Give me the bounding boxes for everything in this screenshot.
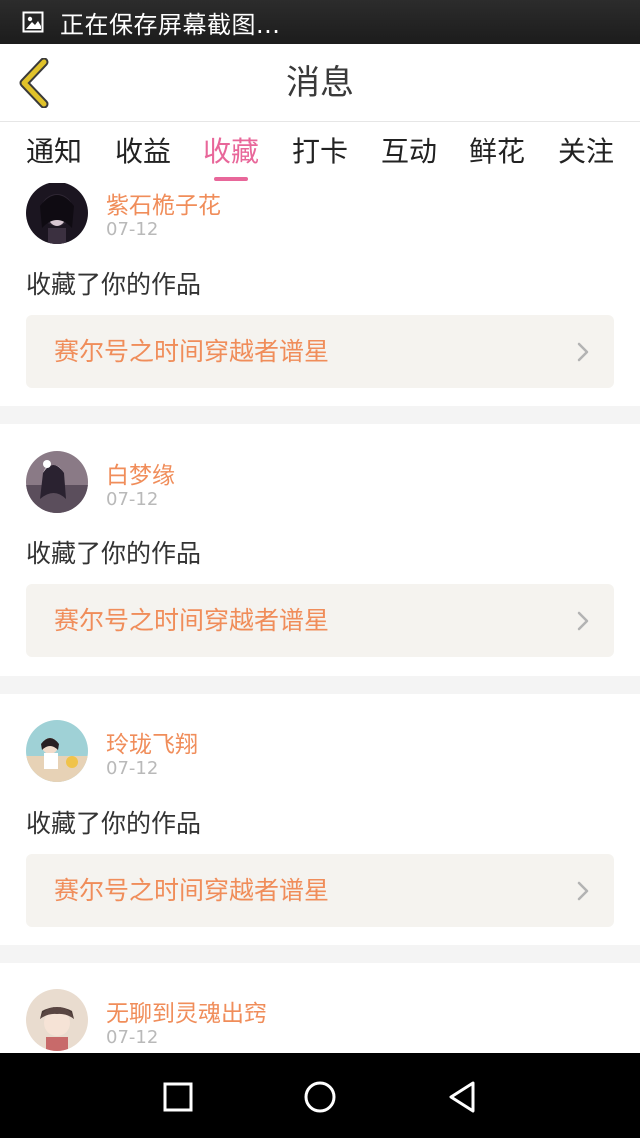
active-tab-indicator [214, 177, 248, 181]
chevron-right-icon [577, 881, 589, 901]
page-title: 消息 [286, 63, 354, 103]
username[interactable]: 白梦缘 [106, 456, 175, 490]
username[interactable]: 玲珑飞翔 [106, 725, 198, 759]
tab-follows[interactable]: 关注 [558, 123, 614, 183]
action-text: 收藏了你的作品 [26, 539, 202, 568]
username[interactable]: 无聊到灵魂出窍 [106, 994, 267, 1028]
chevron-right-icon [577, 611, 589, 631]
list-item: 紫石桅子花 07-12 收藏了你的作品 赛尔号之时间穿越者谱星 [0, 183, 640, 406]
circle-icon[interactable] [298, 1075, 342, 1119]
tab-checkin[interactable]: 打卡 [292, 123, 348, 183]
header: 消息 [0, 44, 640, 122]
tab-earnings[interactable]: 收益 [115, 123, 171, 183]
screenshot-icon [22, 11, 44, 33]
chevron-right-icon [577, 342, 589, 362]
avatar[interactable] [26, 451, 88, 513]
message-date: 07-12 [106, 219, 159, 240]
square-icon[interactable] [156, 1075, 200, 1119]
status-text: 正在保存屏幕截图... [60, 10, 281, 39]
work-link[interactable]: 赛尔号之时间穿越者谱星 [26, 854, 614, 927]
tab-favorites[interactable]: 收藏 [203, 123, 259, 183]
avatar[interactable] [26, 183, 88, 244]
tab-interactions[interactable]: 互动 [381, 123, 437, 183]
username[interactable]: 紫石桅子花 [106, 186, 221, 220]
work-link[interactable]: 赛尔号之时间穿越者谱星 [26, 315, 614, 388]
navigation-bar [0, 1053, 640, 1138]
action-text: 收藏了你的作品 [26, 809, 202, 838]
work-link[interactable]: 赛尔号之时间穿越者谱星 [26, 584, 614, 657]
avatar[interactable] [26, 720, 88, 782]
tab-flowers[interactable]: 鲜花 [469, 123, 525, 183]
tab-bar: 通知 收益 收藏 打卡 互动 鲜花 关注 [0, 123, 640, 183]
list-item: 无聊到灵魂出窍 07-12 [0, 963, 640, 1053]
message-date: 07-12 [106, 1027, 159, 1048]
work-title: 赛尔号之时间穿越者谱星 [54, 606, 330, 635]
message-list[interactable]: 紫石桅子花 07-12 收藏了你的作品 赛尔号之时间穿越者谱星 白梦缘 07-1… [0, 183, 640, 1053]
triangle-back-icon[interactable] [440, 1075, 484, 1119]
list-item: 白梦缘 07-12 收藏了你的作品 赛尔号之时间穿越者谱星 [0, 424, 640, 676]
card-divider [0, 676, 640, 694]
action-text: 收藏了你的作品 [26, 270, 202, 299]
message-date: 07-12 [106, 758, 159, 779]
avatar[interactable] [26, 989, 88, 1051]
work-title: 赛尔号之时间穿越者谱星 [54, 876, 330, 905]
card-divider [0, 945, 640, 963]
message-date: 07-12 [106, 489, 159, 510]
list-item: 玲珑飞翔 07-12 收藏了你的作品 赛尔号之时间穿越者谱星 [0, 694, 640, 945]
work-title: 赛尔号之时间穿越者谱星 [54, 337, 330, 366]
card-divider [0, 406, 640, 424]
tab-notifications[interactable]: 通知 [26, 123, 82, 183]
status-bar: 正在保存屏幕截图... [0, 0, 640, 44]
